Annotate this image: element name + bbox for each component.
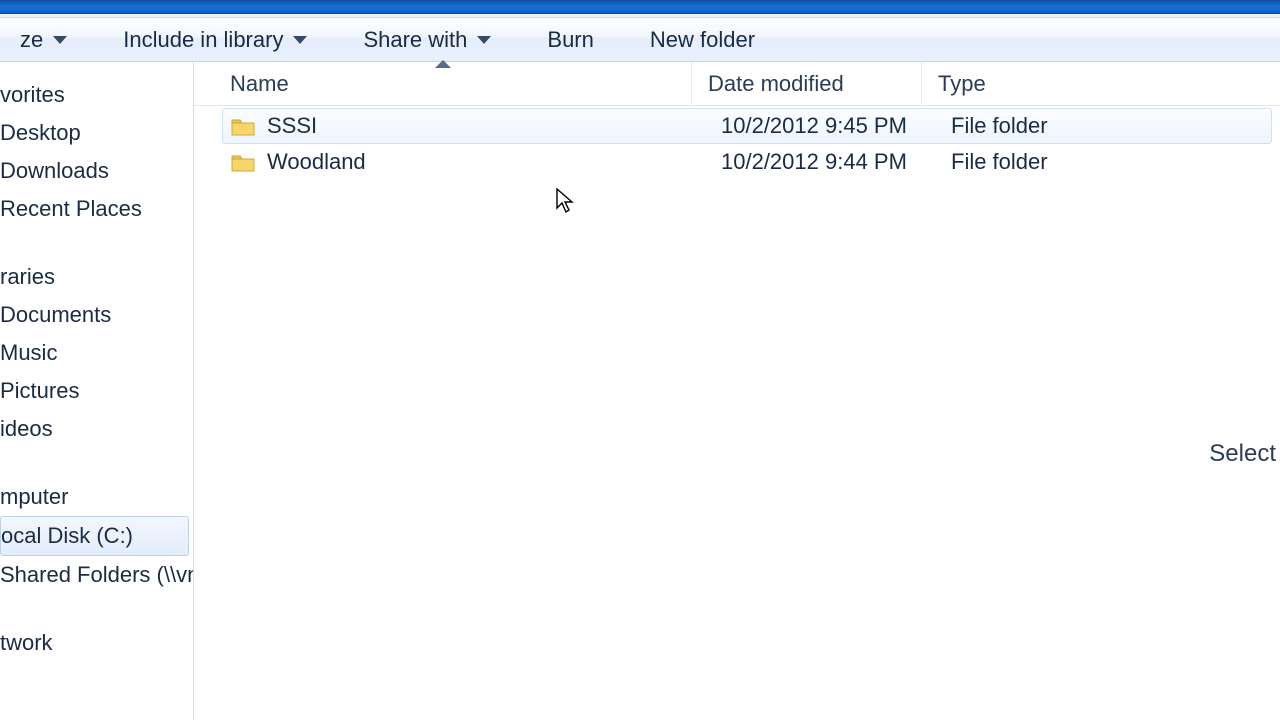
organize-button[interactable]: ze bbox=[6, 21, 81, 59]
nav-videos[interactable]: ideos bbox=[0, 410, 193, 448]
nav-local-disk[interactable]: ocal Disk (C:) bbox=[0, 516, 189, 556]
folder-icon bbox=[231, 116, 255, 136]
nav-desktop[interactable]: Desktop bbox=[0, 114, 193, 152]
navigation-pane[interactable]: vorites Desktop Downloads Recent Places … bbox=[0, 62, 194, 720]
nav-downloads[interactable]: Downloads bbox=[0, 152, 193, 190]
nav-recent-places[interactable]: Recent Places bbox=[0, 190, 193, 228]
share-label: Share with bbox=[363, 27, 467, 53]
file-type-cell: File folder bbox=[951, 113, 1271, 139]
file-name-cell: SSSI bbox=[223, 113, 721, 139]
nav-shared-folders[interactable]: Shared Folders (\\vn bbox=[0, 556, 193, 594]
details-pane-hint: Select bbox=[1209, 440, 1276, 468]
file-name-label: Woodland bbox=[267, 149, 366, 175]
file-row[interactable]: Woodland 10/2/2012 9:44 PM File folder bbox=[222, 144, 1272, 180]
toolbar: ze Include in library Share with Burn Ne… bbox=[0, 18, 1280, 62]
column-header-date[interactable]: Date modified bbox=[692, 62, 922, 105]
nav-computer[interactable]: mputer bbox=[0, 478, 193, 516]
organize-label: ze bbox=[20, 27, 43, 53]
new-folder-button[interactable]: New folder bbox=[636, 21, 769, 59]
include-in-library-button[interactable]: Include in library bbox=[109, 21, 321, 59]
nav-favorites[interactable]: vorites bbox=[0, 76, 193, 114]
folder-icon bbox=[231, 152, 255, 172]
column-header-date-label: Date modified bbox=[708, 71, 844, 97]
file-list-pane: Name Date modified Type bbox=[194, 62, 1280, 720]
nav-libraries[interactable]: raries bbox=[0, 258, 193, 296]
nav-separator bbox=[0, 594, 193, 624]
chevron-down-icon bbox=[477, 36, 491, 44]
nav-network[interactable]: twork bbox=[0, 624, 193, 662]
file-date-cell: 10/2/2012 9:45 PM bbox=[721, 113, 951, 139]
chevron-down-icon bbox=[293, 36, 307, 44]
file-row[interactable]: SSSI 10/2/2012 9:45 PM File folder bbox=[222, 108, 1272, 144]
mouse-cursor-icon bbox=[556, 188, 576, 214]
file-date-cell: 10/2/2012 9:44 PM bbox=[721, 149, 951, 175]
column-headers: Name Date modified Type bbox=[194, 62, 1280, 106]
file-type-cell: File folder bbox=[951, 149, 1271, 175]
main-area: vorites Desktop Downloads Recent Places … bbox=[0, 62, 1280, 720]
file-rows: SSSI 10/2/2012 9:45 PM File folder Woodl… bbox=[194, 106, 1280, 180]
column-header-name[interactable]: Name bbox=[194, 62, 692, 105]
column-header-type[interactable]: Type bbox=[922, 62, 1280, 105]
file-name-label: SSSI bbox=[267, 113, 317, 139]
burn-label: Burn bbox=[547, 27, 593, 53]
file-name-cell: Woodland bbox=[223, 149, 721, 175]
window-titlebar-strip bbox=[0, 0, 1280, 14]
chevron-down-icon bbox=[53, 36, 67, 44]
nav-separator bbox=[0, 228, 193, 258]
nav-separator bbox=[0, 448, 193, 478]
nav-music[interactable]: Music bbox=[0, 334, 193, 372]
include-label: Include in library bbox=[123, 27, 283, 53]
burn-button[interactable]: Burn bbox=[533, 21, 607, 59]
sort-ascending-icon bbox=[435, 60, 451, 68]
nav-pictures[interactable]: Pictures bbox=[0, 372, 193, 410]
new-folder-label: New folder bbox=[650, 27, 755, 53]
column-header-name-label: Name bbox=[230, 71, 289, 97]
column-header-type-label: Type bbox=[938, 71, 986, 97]
share-with-button[interactable]: Share with bbox=[349, 21, 505, 59]
nav-documents[interactable]: Documents bbox=[0, 296, 193, 334]
